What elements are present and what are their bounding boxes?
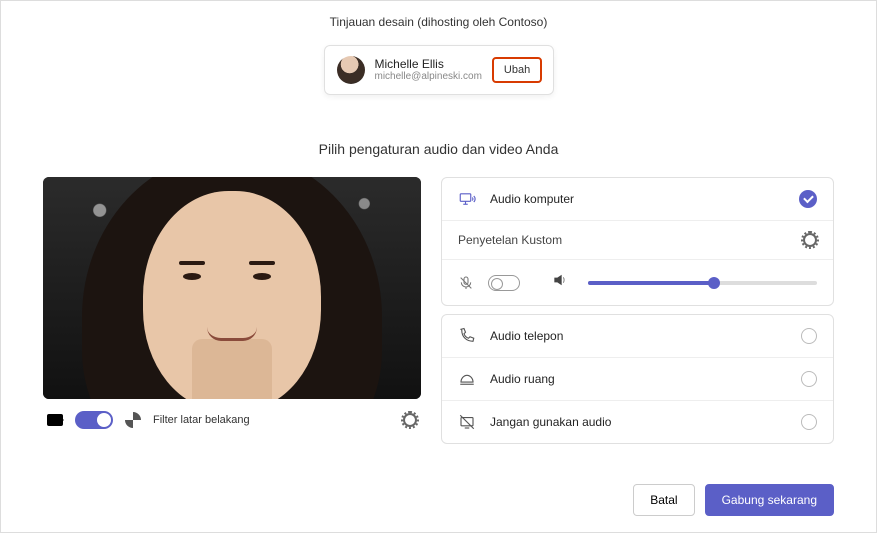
radio-unchecked-icon <box>801 371 817 387</box>
change-user-button[interactable]: Ubah <box>492 57 542 83</box>
radio-checked-icon <box>799 190 817 208</box>
user-name: Michelle Ellis <box>375 57 482 71</box>
camera-icon <box>47 414 63 426</box>
avatar <box>337 56 365 84</box>
cancel-button[interactable]: Batal <box>633 484 694 516</box>
mic-muted-icon <box>458 275 474 291</box>
radio-unchecked-icon <box>801 414 817 430</box>
background-filter-label[interactable]: Filter latar belakang <box>153 414 250 426</box>
settings-subtitle: Pilih pengaturan audio dan video Anda <box>1 141 876 157</box>
audio-option-room[interactable]: Audio ruang <box>442 357 833 400</box>
audio-settings-gear-icon[interactable] <box>803 233 817 247</box>
join-now-button[interactable]: Gabung sekarang <box>705 484 834 516</box>
room-device-icon <box>458 370 476 388</box>
video-preview <box>43 177 421 399</box>
audio-option-phone-label: Audio telepon <box>490 329 787 343</box>
audio-option-computer-label: Audio komputer <box>490 192 785 206</box>
meeting-title: Tinjauan desain (dihosting oleh Contoso) <box>1 1 876 39</box>
audio-option-none[interactable]: Jangan gunakan audio <box>442 400 833 443</box>
speaker-icon <box>552 272 568 293</box>
no-audio-icon <box>458 413 476 431</box>
monitor-speaker-icon <box>458 190 476 208</box>
audio-option-phone[interactable]: Audio telepon <box>442 315 833 357</box>
computer-audio-card: Audio komputer Penyetelan Kustom <box>441 177 834 306</box>
mic-volume-row <box>442 259 833 305</box>
radio-unchecked-icon <box>801 328 817 344</box>
volume-slider[interactable] <box>588 281 817 285</box>
camera-toggle[interactable] <box>75 411 113 429</box>
video-settings-gear-icon[interactable] <box>403 413 417 427</box>
mic-toggle[interactable] <box>488 275 520 291</box>
audio-option-none-label: Jangan gunakan audio <box>490 415 787 429</box>
background-effects-icon <box>125 412 141 428</box>
user-email: michelle@alpineski.com <box>375 71 482 83</box>
phone-icon <box>458 327 476 345</box>
audio-option-room-label: Audio ruang <box>490 372 787 386</box>
user-card: Michelle Ellis michelle@alpineski.com Ub… <box>324 45 554 95</box>
custom-setup-row[interactable]: Penyetelan Kustom <box>442 220 833 259</box>
audio-option-computer[interactable]: Audio komputer <box>442 178 833 220</box>
custom-setup-label: Penyetelan Kustom <box>458 233 562 247</box>
